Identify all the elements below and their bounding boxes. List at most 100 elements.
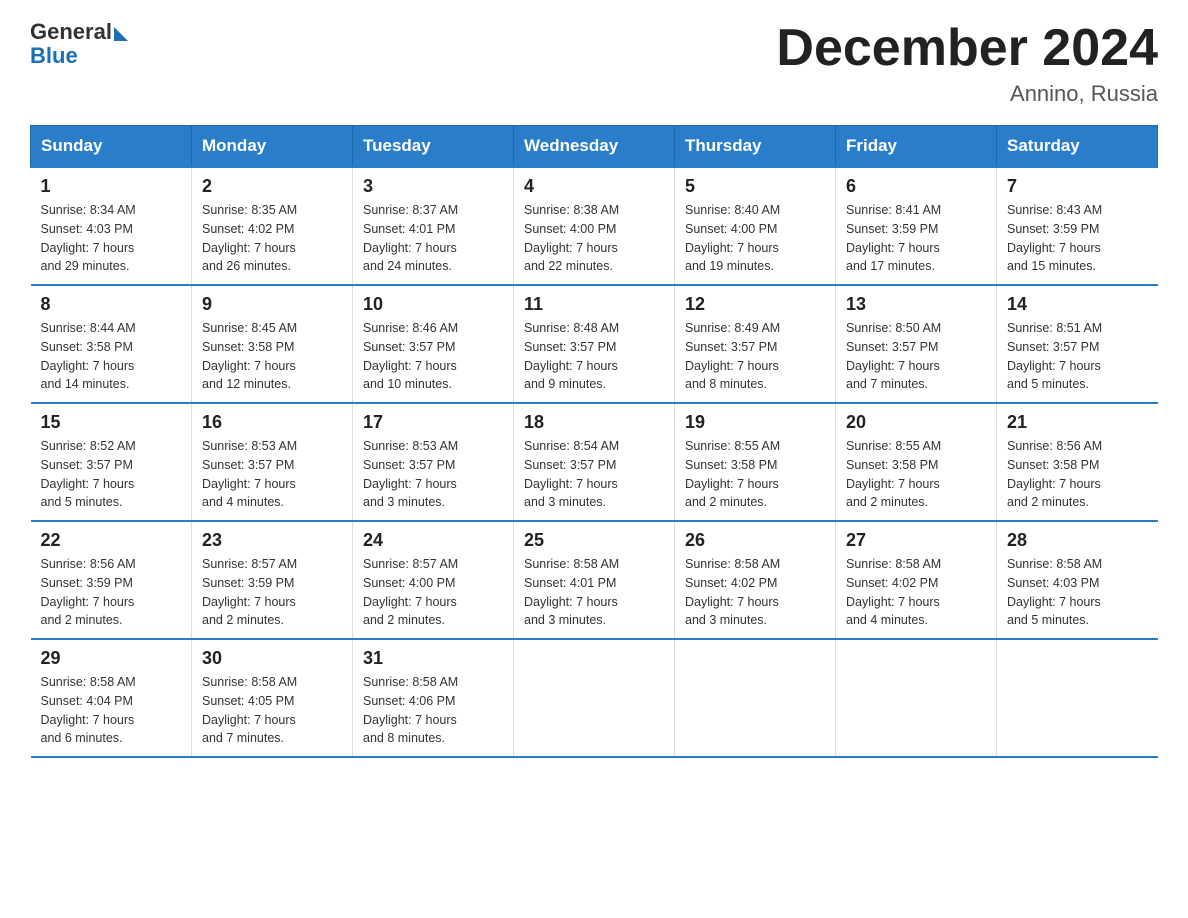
day-info: Sunrise: 8:55 AM Sunset: 3:58 PM Dayligh… bbox=[846, 437, 986, 512]
calendar-cell: 22 Sunrise: 8:56 AM Sunset: 3:59 PM Dayli… bbox=[31, 521, 192, 639]
calendar-cell: 4 Sunrise: 8:38 AM Sunset: 4:00 PM Daylig… bbox=[514, 167, 675, 285]
day-info: Sunrise: 8:34 AM Sunset: 4:03 PM Dayligh… bbox=[41, 201, 182, 276]
calendar-cell: 15Sunrise: 8:52 AM Sunset: 3:57 PM Dayli… bbox=[31, 403, 192, 521]
day-info: Sunrise: 8:58 AM Sunset: 4:05 PM Dayligh… bbox=[202, 673, 342, 748]
day-number: 18 bbox=[524, 412, 664, 433]
day-info: Sunrise: 8:38 AM Sunset: 4:00 PM Dayligh… bbox=[524, 201, 664, 276]
calendar-cell: 13 Sunrise: 8:50 AM Sunset: 3:57 PM Dayli… bbox=[836, 285, 997, 403]
calendar-cell: 29 Sunrise: 8:58 AM Sunset: 4:04 PM Dayli… bbox=[31, 639, 192, 757]
day-number: 16 bbox=[202, 412, 342, 433]
calendar-week-row: 29 Sunrise: 8:58 AM Sunset: 4:04 PM Dayli… bbox=[31, 639, 1158, 757]
day-number: 9 bbox=[202, 294, 342, 315]
calendar-cell: 16Sunrise: 8:53 AM Sunset: 3:57 PM Dayli… bbox=[192, 403, 353, 521]
calendar-cell: 19 Sunrise: 8:55 AM Sunset: 3:58 PM Dayli… bbox=[675, 403, 836, 521]
day-number: 20 bbox=[846, 412, 986, 433]
header: General Blue December 2024 Annino, Russi… bbox=[30, 20, 1158, 107]
logo-triangle-icon bbox=[114, 27, 128, 41]
day-info: Sunrise: 8:44 AM Sunset: 3:58 PM Dayligh… bbox=[41, 319, 182, 394]
day-number: 26 bbox=[685, 530, 825, 551]
calendar-week-row: 8Sunrise: 8:44 AM Sunset: 3:58 PM Daylig… bbox=[31, 285, 1158, 403]
calendar-cell: 10 Sunrise: 8:46 AM Sunset: 3:57 PM Dayli… bbox=[353, 285, 514, 403]
day-number: 23 bbox=[202, 530, 342, 551]
day-info: Sunrise: 8:58 AM Sunset: 4:06 PM Dayligh… bbox=[363, 673, 503, 748]
calendar-header-friday: Friday bbox=[836, 126, 997, 168]
calendar-cell: 7 Sunrise: 8:43 AM Sunset: 3:59 PM Daylig… bbox=[997, 167, 1158, 285]
calendar-header-row: SundayMondayTuesdayWednesdayThursdayFrid… bbox=[31, 126, 1158, 168]
day-info: Sunrise: 8:43 AM Sunset: 3:59 PM Dayligh… bbox=[1007, 201, 1148, 276]
calendar-cell: 27 Sunrise: 8:58 AM Sunset: 4:02 PM Dayli… bbox=[836, 521, 997, 639]
day-info: Sunrise: 8:55 AM Sunset: 3:58 PM Dayligh… bbox=[685, 437, 825, 512]
day-info: Sunrise: 8:58 AM Sunset: 4:02 PM Dayligh… bbox=[846, 555, 986, 630]
day-number: 7 bbox=[1007, 176, 1148, 197]
location: Annino, Russia bbox=[776, 81, 1158, 107]
calendar-cell: 26Sunrise: 8:58 AM Sunset: 4:02 PM Dayli… bbox=[675, 521, 836, 639]
calendar-cell bbox=[836, 639, 997, 757]
day-number: 29 bbox=[41, 648, 182, 669]
day-number: 24 bbox=[363, 530, 503, 551]
calendar-cell bbox=[675, 639, 836, 757]
day-number: 27 bbox=[846, 530, 986, 551]
title-area: December 2024 Annino, Russia bbox=[776, 20, 1158, 107]
day-info: Sunrise: 8:50 AM Sunset: 3:57 PM Dayligh… bbox=[846, 319, 986, 394]
calendar-cell: 1Sunrise: 8:34 AM Sunset: 4:03 PM Daylig… bbox=[31, 167, 192, 285]
calendar-header-tuesday: Tuesday bbox=[353, 126, 514, 168]
day-number: 4 bbox=[524, 176, 664, 197]
day-number: 25 bbox=[524, 530, 664, 551]
calendar-cell: 8Sunrise: 8:44 AM Sunset: 3:58 PM Daylig… bbox=[31, 285, 192, 403]
calendar-week-row: 22 Sunrise: 8:56 AM Sunset: 3:59 PM Dayli… bbox=[31, 521, 1158, 639]
calendar-cell: 30 Sunrise: 8:58 AM Sunset: 4:05 PM Dayli… bbox=[192, 639, 353, 757]
logo-blue-text: Blue bbox=[30, 43, 78, 68]
day-info: Sunrise: 8:37 AM Sunset: 4:01 PM Dayligh… bbox=[363, 201, 503, 276]
calendar-week-row: 15Sunrise: 8:52 AM Sunset: 3:57 PM Dayli… bbox=[31, 403, 1158, 521]
calendar-cell: 2 Sunrise: 8:35 AM Sunset: 4:02 PM Daylig… bbox=[192, 167, 353, 285]
day-number: 19 bbox=[685, 412, 825, 433]
day-number: 14 bbox=[1007, 294, 1148, 315]
calendar-cell: 21 Sunrise: 8:56 AM Sunset: 3:58 PM Dayli… bbox=[997, 403, 1158, 521]
day-info: Sunrise: 8:57 AM Sunset: 3:59 PM Dayligh… bbox=[202, 555, 342, 630]
day-info: Sunrise: 8:41 AM Sunset: 3:59 PM Dayligh… bbox=[846, 201, 986, 276]
day-info: Sunrise: 8:35 AM Sunset: 4:02 PM Dayligh… bbox=[202, 201, 342, 276]
day-number: 22 bbox=[41, 530, 182, 551]
day-info: Sunrise: 8:40 AM Sunset: 4:00 PM Dayligh… bbox=[685, 201, 825, 276]
calendar-cell bbox=[997, 639, 1158, 757]
day-info: Sunrise: 8:51 AM Sunset: 3:57 PM Dayligh… bbox=[1007, 319, 1148, 394]
day-info: Sunrise: 8:58 AM Sunset: 4:04 PM Dayligh… bbox=[41, 673, 182, 748]
day-info: Sunrise: 8:54 AM Sunset: 3:57 PM Dayligh… bbox=[524, 437, 664, 512]
calendar-cell: 9 Sunrise: 8:45 AM Sunset: 3:58 PM Daylig… bbox=[192, 285, 353, 403]
calendar-cell bbox=[514, 639, 675, 757]
calendar-cell: 25 Sunrise: 8:58 AM Sunset: 4:01 PM Dayli… bbox=[514, 521, 675, 639]
day-info: Sunrise: 8:56 AM Sunset: 3:59 PM Dayligh… bbox=[41, 555, 182, 630]
month-title: December 2024 bbox=[776, 20, 1158, 77]
calendar-table: SundayMondayTuesdayWednesdayThursdayFrid… bbox=[30, 125, 1158, 758]
calendar-cell: 31 Sunrise: 8:58 AM Sunset: 4:06 PM Dayli… bbox=[353, 639, 514, 757]
day-number: 5 bbox=[685, 176, 825, 197]
day-number: 31 bbox=[363, 648, 503, 669]
day-number: 2 bbox=[202, 176, 342, 197]
day-info: Sunrise: 8:48 AM Sunset: 3:57 PM Dayligh… bbox=[524, 319, 664, 394]
calendar-header-wednesday: Wednesday bbox=[514, 126, 675, 168]
day-number: 11 bbox=[524, 294, 664, 315]
calendar-cell: 18 Sunrise: 8:54 AM Sunset: 3:57 PM Dayli… bbox=[514, 403, 675, 521]
calendar-week-row: 1Sunrise: 8:34 AM Sunset: 4:03 PM Daylig… bbox=[31, 167, 1158, 285]
calendar-header-saturday: Saturday bbox=[997, 126, 1158, 168]
day-number: 21 bbox=[1007, 412, 1148, 433]
day-number: 13 bbox=[846, 294, 986, 315]
calendar-header-monday: Monday bbox=[192, 126, 353, 168]
day-number: 28 bbox=[1007, 530, 1148, 551]
day-info: Sunrise: 8:46 AM Sunset: 3:57 PM Dayligh… bbox=[363, 319, 503, 394]
day-info: Sunrise: 8:45 AM Sunset: 3:58 PM Dayligh… bbox=[202, 319, 342, 394]
day-number: 12 bbox=[685, 294, 825, 315]
day-info: Sunrise: 8:56 AM Sunset: 3:58 PM Dayligh… bbox=[1007, 437, 1148, 512]
day-number: 10 bbox=[363, 294, 503, 315]
day-info: Sunrise: 8:52 AM Sunset: 3:57 PM Dayligh… bbox=[41, 437, 182, 512]
day-number: 3 bbox=[363, 176, 503, 197]
day-info: Sunrise: 8:57 AM Sunset: 4:00 PM Dayligh… bbox=[363, 555, 503, 630]
calendar-cell: 28Sunrise: 8:58 AM Sunset: 4:03 PM Dayli… bbox=[997, 521, 1158, 639]
day-info: Sunrise: 8:58 AM Sunset: 4:01 PM Dayligh… bbox=[524, 555, 664, 630]
calendar-header-sunday: Sunday bbox=[31, 126, 192, 168]
day-info: Sunrise: 8:49 AM Sunset: 3:57 PM Dayligh… bbox=[685, 319, 825, 394]
logo: General Blue bbox=[30, 20, 128, 68]
day-number: 30 bbox=[202, 648, 342, 669]
calendar-cell: 20 Sunrise: 8:55 AM Sunset: 3:58 PM Dayli… bbox=[836, 403, 997, 521]
calendar-header-thursday: Thursday bbox=[675, 126, 836, 168]
